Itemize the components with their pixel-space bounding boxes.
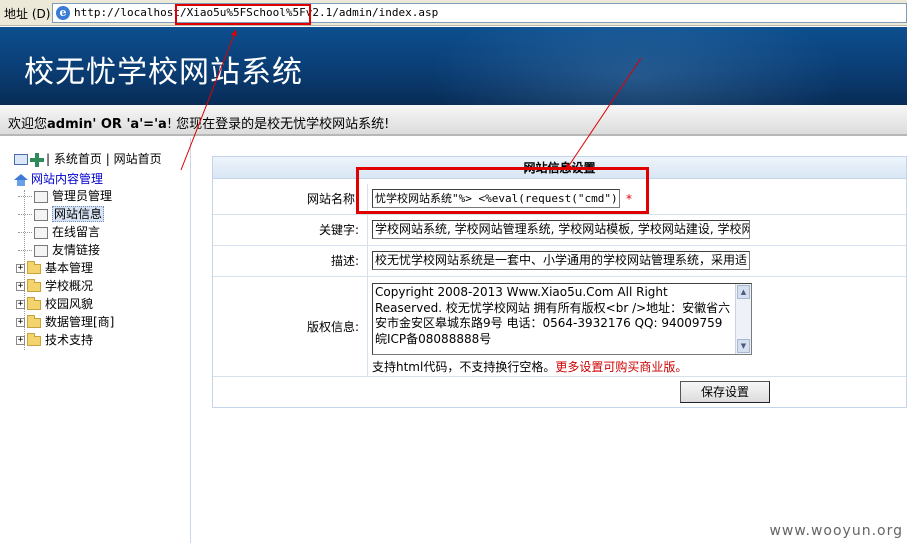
watermark: www.wooyun.org xyxy=(769,523,903,539)
annotation-arrows xyxy=(180,29,642,171)
arrow-to-payload xyxy=(565,57,642,171)
arrow-to-url xyxy=(180,29,237,171)
